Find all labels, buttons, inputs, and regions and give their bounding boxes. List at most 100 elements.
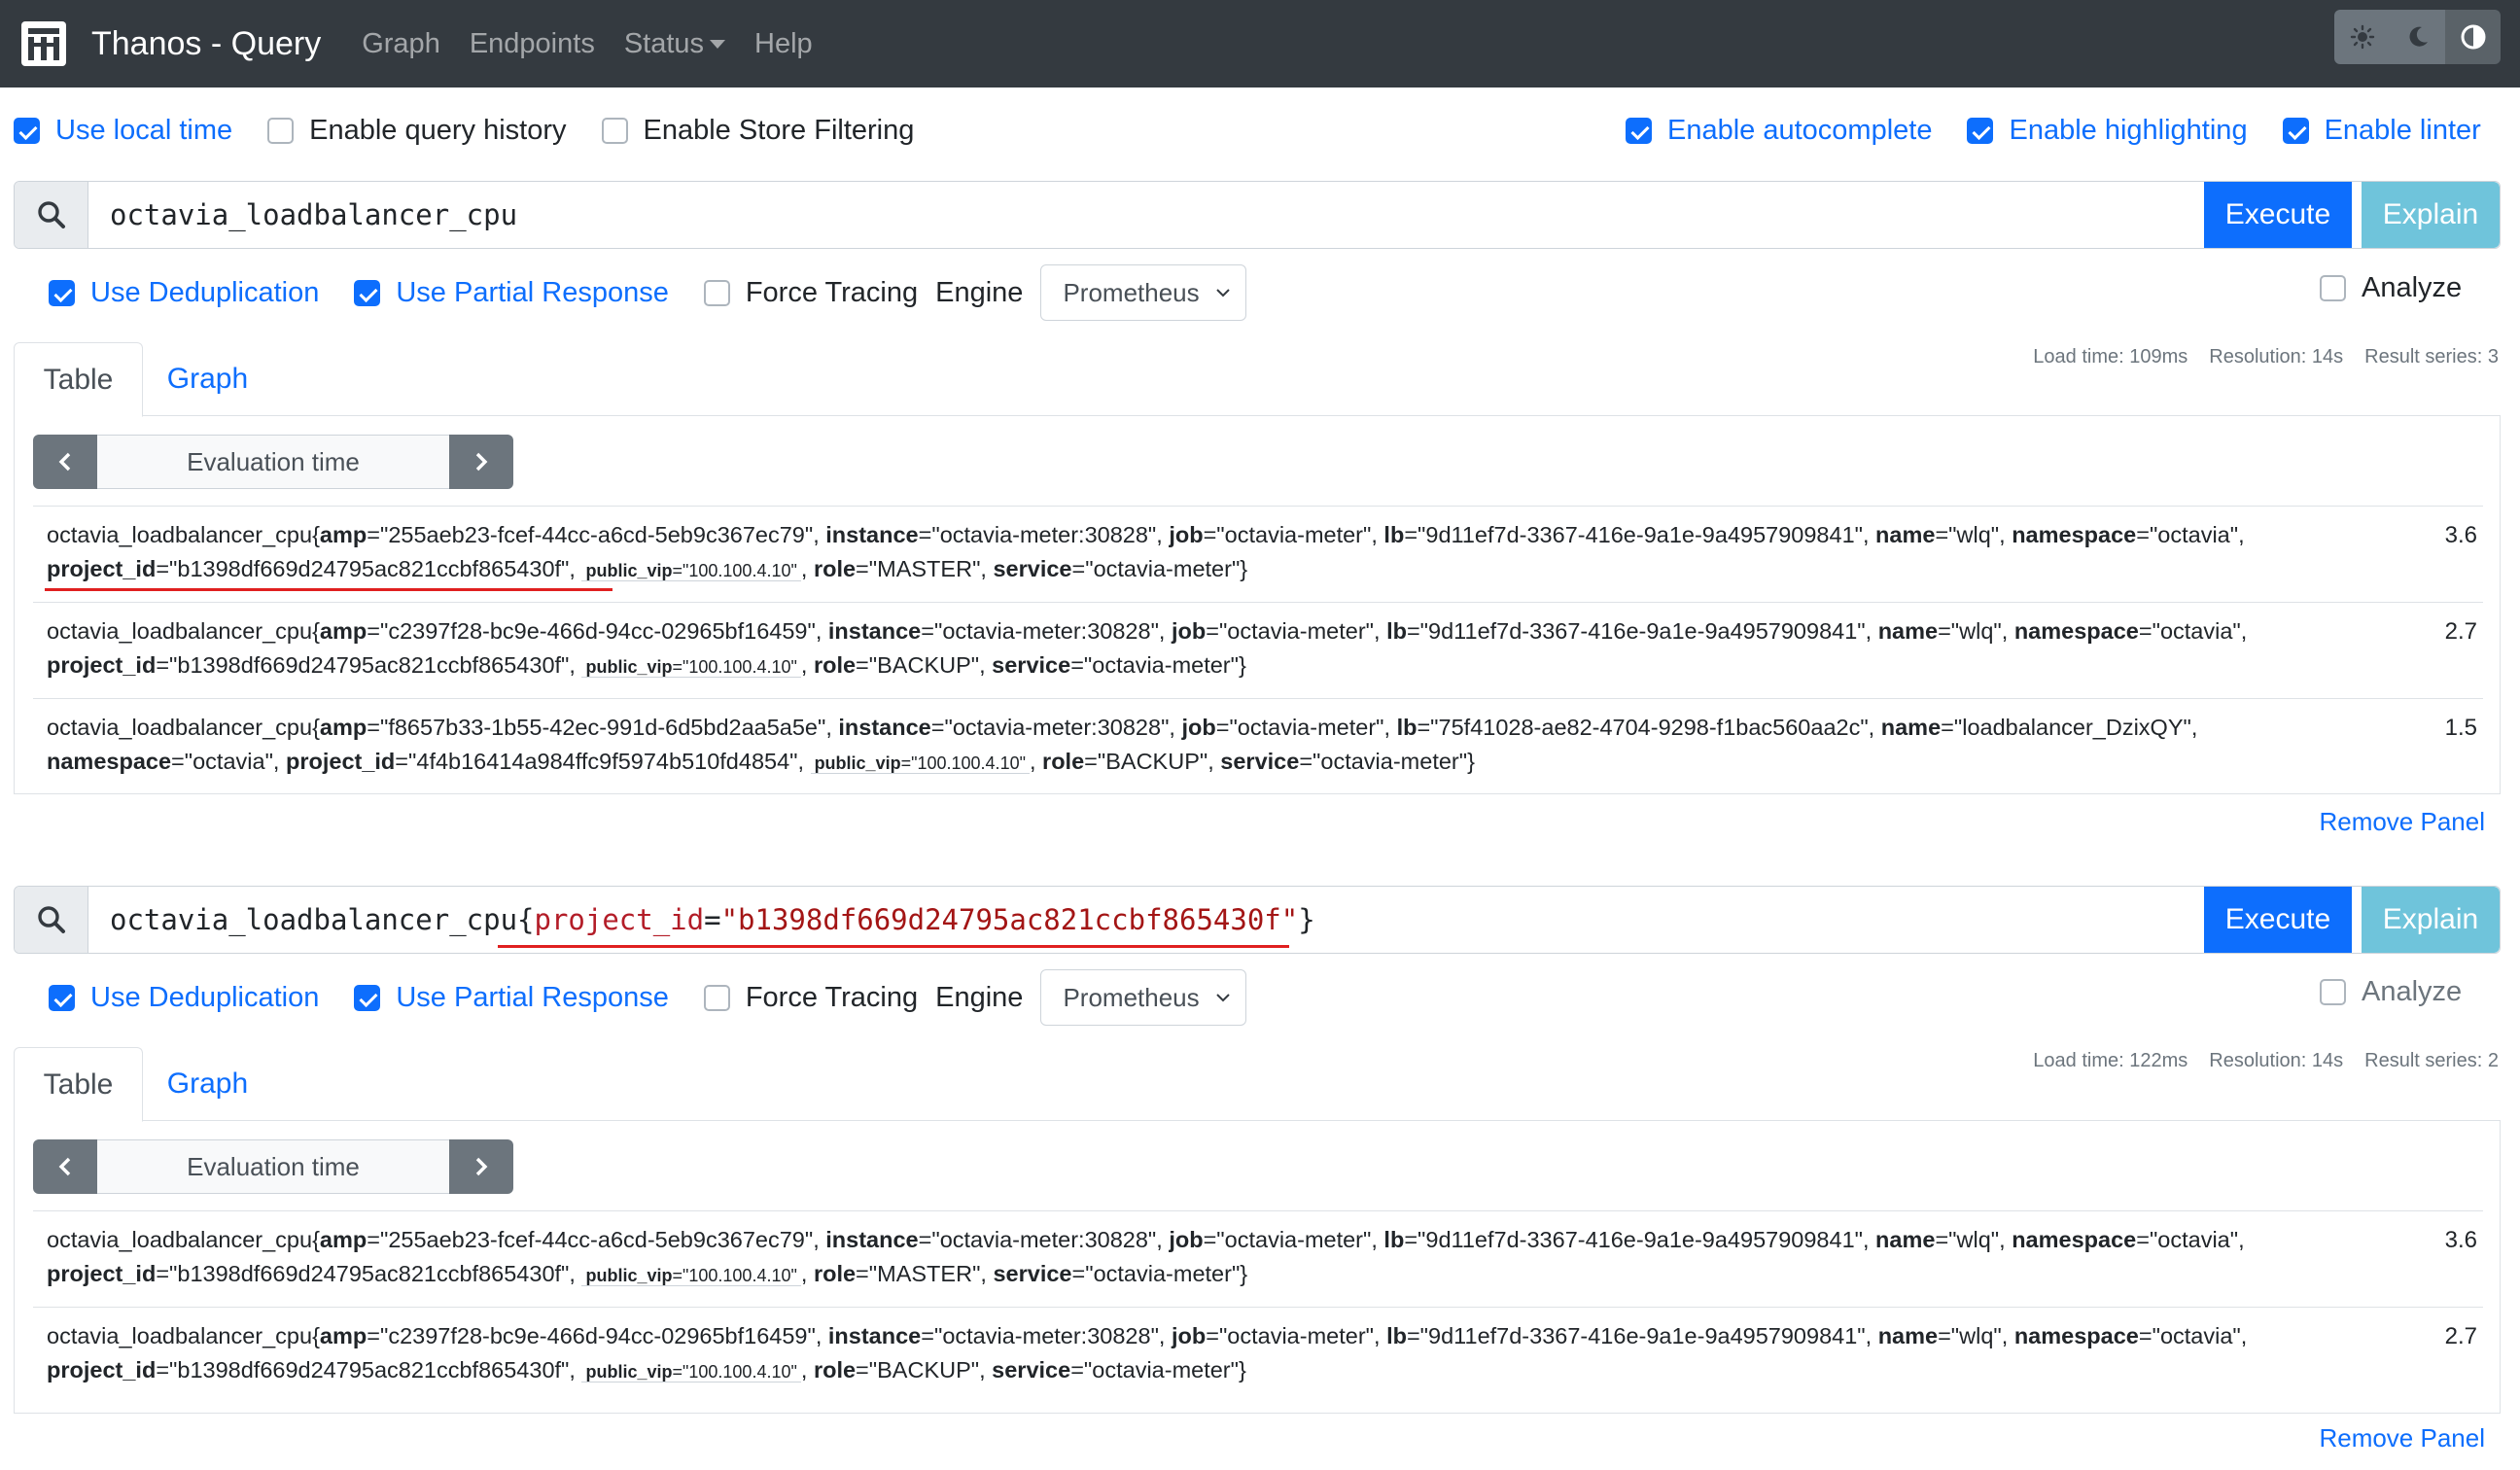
metric-name: octavia_loadbalancer_cpu: [47, 1227, 313, 1252]
moon-icon: [2409, 26, 2428, 47]
table-row: octavia_loadbalancer_cpu{amp="255aeb23-f…: [33, 1210, 2483, 1307]
panel1-results-table: octavia_loadbalancer_cpu{amp="255aeb23-f…: [33, 506, 2483, 794]
panel1-partial-option[interactable]: Use Partial Response: [354, 277, 669, 309]
label-public-vip: 100.100.4.10: [688, 1266, 791, 1285]
panel1-eval-next-button[interactable]: [449, 435, 513, 489]
panel2-eval-next-button[interactable]: [449, 1139, 513, 1194]
theme-light-button[interactable]: [2334, 10, 2390, 64]
panel1-explain-button[interactable]: Explain: [2362, 182, 2500, 248]
enable-highlighting-label: Enable highlighting: [2009, 115, 2248, 146]
label-project-id: b1398df669d24795ac821ccbf865430f: [177, 1261, 562, 1286]
brand-title[interactable]: Thanos - Query: [91, 25, 321, 63]
enable-autocomplete-checkbox[interactable]: [1626, 118, 1652, 144]
label-instance: octavia-meter:30828: [942, 618, 1151, 644]
label-namespace: octavia: [2159, 618, 2233, 644]
panel2-tracing-option[interactable]: Force Tracing: [703, 982, 918, 1014]
enable-query-history-label: Enable query history: [309, 115, 567, 146]
panel1-tab-table[interactable]: Table: [14, 342, 143, 417]
series-value: 2.7: [2444, 618, 2477, 645]
panel2-analyze-option[interactable]: Analyze: [2320, 976, 2462, 1008]
enable-linter-label: Enable linter: [2324, 115, 2481, 146]
label-instance: octavia-meter:30828: [952, 715, 1162, 740]
panel2-tab-table[interactable]: Table: [14, 1047, 143, 1122]
query-highlight-underline: [498, 945, 1289, 948]
nav-help[interactable]: Help: [754, 28, 813, 60]
panel1-analyze-checkbox[interactable]: [2320, 275, 2346, 301]
panel1-execute-button[interactable]: Execute: [2204, 182, 2352, 248]
use-local-time-option[interactable]: Use local time: [14, 115, 232, 147]
label-namespace: octavia: [2157, 1227, 2230, 1252]
panel2-partial-checkbox[interactable]: [354, 984, 381, 1011]
label-project-id: 4f4b16414a984ffc9f5974b510fd4854: [416, 749, 790, 774]
navbar: Thanos - Query Graph Endpoints Status He…: [0, 0, 2520, 88]
panel2-results-table: octavia_loadbalancer_cpu{amp="255aeb23-f…: [33, 1210, 2483, 1403]
panel2-analyze-checkbox[interactable]: [2320, 979, 2346, 1005]
panel1-tracing-option[interactable]: Force Tracing: [703, 276, 919, 309]
search-icon: [37, 906, 65, 933]
nav-endpoints[interactable]: Endpoints: [470, 28, 595, 60]
panel2-engine-value: Prometheus: [1063, 982, 1200, 1012]
thanos-logo-icon[interactable]: [19, 19, 68, 68]
panel2-engine-label: Engine: [935, 981, 1024, 1013]
panel2-engine-select[interactable]: Prometheus: [1040, 969, 1247, 1026]
use-local-time-checkbox[interactable]: [14, 118, 40, 144]
panel1-tab-graph[interactable]: Graph: [143, 342, 272, 415]
label-lb: 75f41028-ae82-4704-9298-f1bac560aa2c: [1438, 715, 1861, 740]
panel1-expression-input[interactable]: octavia_loadbalancer_cpu: [88, 182, 2204, 248]
panel2-partial-option[interactable]: Use Partial Response: [354, 982, 669, 1014]
panel2-expression-metric: octavia_loadbalancer_cpu: [110, 903, 518, 936]
enable-query-history-option[interactable]: Enable query history: [267, 115, 567, 147]
panel1-dedup-checkbox[interactable]: [49, 279, 75, 306]
panel2-remove-panel-link[interactable]: Remove Panel: [2319, 1423, 2485, 1453]
label-amp: 255aeb23-fcef-44cc-a6cd-5eb9c367ec79: [388, 522, 805, 547]
panel2-expression-input[interactable]: octavia_loadbalancer_cpu{project_id = "b13…: [88, 887, 2204, 953]
panel1-dedup-option[interactable]: Use Deduplication: [49, 277, 319, 309]
panel1-query-bar: octavia_loadbalancer_cpu Execute Explain: [14, 181, 2501, 249]
label-role: BACKUP: [877, 1357, 971, 1382]
panel2-tab-graph[interactable]: Graph: [143, 1047, 272, 1120]
chevron-right-icon: [475, 1157, 488, 1176]
chevron-down-icon: [1216, 289, 1231, 298]
panel2-dedup-option[interactable]: Use Deduplication: [49, 982, 319, 1014]
series-metric: octavia_loadbalancer_cpu{amp="c2397f28-b…: [47, 1323, 2248, 1382]
panel1-eval-prev-button[interactable]: [33, 435, 97, 489]
panel2-eval-time: Evaluation time: [33, 1139, 513, 1194]
label-service: octavia-meter: [1092, 652, 1231, 678]
enable-store-filtering-checkbox[interactable]: [601, 118, 628, 144]
panel2-eval-time-input[interactable]: Evaluation time: [97, 1139, 449, 1194]
theme-auto-button[interactable]: [2445, 10, 2501, 64]
panel2-tracing-checkbox[interactable]: [703, 984, 730, 1011]
nav-status[interactable]: Status: [624, 28, 726, 60]
enable-store-filtering-label: Enable Store Filtering: [643, 115, 915, 146]
chevron-down-icon: [710, 40, 726, 50]
enable-linter-checkbox[interactable]: [2282, 118, 2309, 144]
enable-autocomplete-option[interactable]: Enable autocomplete: [1626, 115, 1932, 147]
use-local-time-label: Use local time: [55, 115, 233, 146]
label-job: octavia-meter: [1227, 1323, 1366, 1348]
panel1-remove-panel-link[interactable]: Remove Panel: [2319, 807, 2485, 837]
series-value: 3.6: [2444, 522, 2477, 548]
panel2-expression-label-name: project_id: [534, 903, 705, 936]
panel1-engine-select[interactable]: Prometheus: [1040, 264, 1247, 321]
enable-query-history-checkbox[interactable]: [267, 118, 295, 144]
enable-highlighting-option[interactable]: Enable highlighting: [1967, 115, 2248, 147]
panel1-tracing-label: Force Tracing: [745, 276, 919, 308]
enable-highlighting-checkbox[interactable]: [1967, 118, 1994, 144]
label-amp: f8657b33-1b55-42ec-991d-6d5bd2aa5a5e: [388, 715, 818, 740]
sun-icon: [2350, 24, 2374, 50]
chevron-down-icon: [1216, 994, 1231, 1002]
panel1-partial-checkbox[interactable]: [354, 279, 381, 306]
panel2-execute-button[interactable]: Execute: [2204, 887, 2352, 953]
enable-store-filtering-option[interactable]: Enable Store Filtering: [601, 115, 915, 147]
panel2-eval-prev-button[interactable]: [33, 1139, 97, 1194]
panel1-eval-time-input[interactable]: Evaluation time: [97, 435, 449, 489]
theme-dark-button[interactable]: [2390, 10, 2445, 64]
table-row: octavia_loadbalancer_cpu{amp="c2397f28-b…: [33, 602, 2483, 698]
nav-graph[interactable]: Graph: [362, 28, 440, 60]
metric-name: octavia_loadbalancer_cpu: [47, 715, 313, 740]
panel1-tracing-checkbox[interactable]: [703, 279, 730, 306]
enable-linter-option[interactable]: Enable linter: [2282, 115, 2481, 147]
panel2-explain-button[interactable]: Explain: [2362, 887, 2500, 953]
panel1-analyze-option[interactable]: Analyze: [2320, 272, 2462, 304]
panel2-dedup-checkbox[interactable]: [49, 984, 75, 1011]
